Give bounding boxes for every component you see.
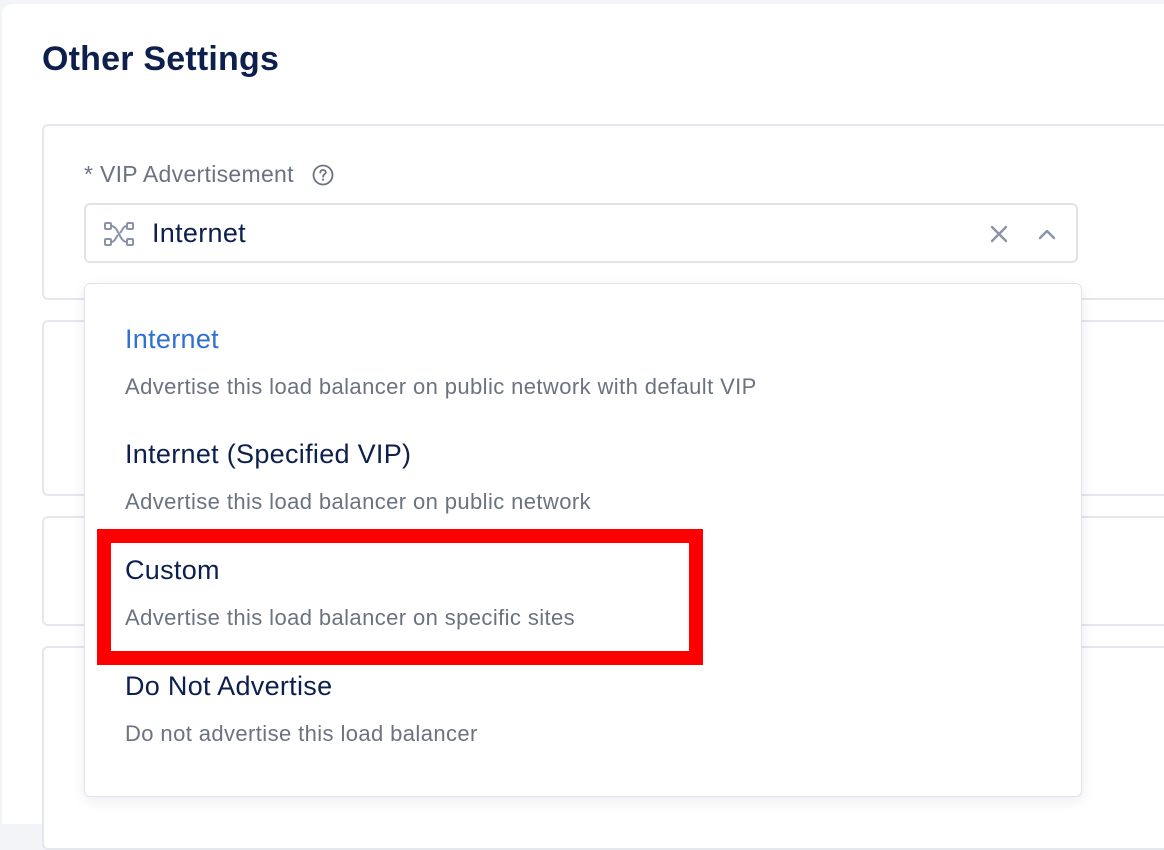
network-route-icon xyxy=(103,220,135,248)
option-do-not-advertise[interactable]: Do Not Advertise Do not advertise this l… xyxy=(125,671,477,746)
question-circle-icon[interactable] xyxy=(312,164,334,186)
selected-value: Internet xyxy=(152,218,246,248)
option-title: Do Not Advertise xyxy=(125,671,333,701)
option-title: Custom xyxy=(125,555,220,585)
option-custom[interactable]: Custom Advertise this load balancer on s… xyxy=(125,555,575,630)
option-internet[interactable]: Internet Advertise this load balancer on… xyxy=(125,324,756,399)
option-title: Internet xyxy=(125,324,219,354)
page: Other Settings * VIP Advertisement Inter… xyxy=(0,0,1164,850)
vip-advertisement-dropdown: Internet Advertise this load balancer on… xyxy=(84,283,1082,797)
vip-advertisement-label-text: * VIP Advertisement xyxy=(84,161,294,187)
vip-advertisement-label: * VIP Advertisement xyxy=(84,161,334,188)
chevron-up-icon[interactable] xyxy=(1036,223,1058,245)
option-description: Advertise this load balancer on specific… xyxy=(125,605,576,630)
option-description: Advertise this load balancer on public n… xyxy=(125,374,757,399)
close-icon[interactable] xyxy=(988,223,1010,245)
option-description: Advertise this load balancer on public n… xyxy=(125,489,591,514)
option-internet-specified-vip[interactable]: Internet (Specified VIP) Advertise this … xyxy=(125,439,591,514)
section-title: Other Settings xyxy=(42,40,280,78)
option-description: Do not advertise this load balancer xyxy=(125,721,478,746)
vip-advertisement-select[interactable]: Internet xyxy=(84,203,1078,263)
option-title: Internet (Specified VIP) xyxy=(125,439,412,469)
